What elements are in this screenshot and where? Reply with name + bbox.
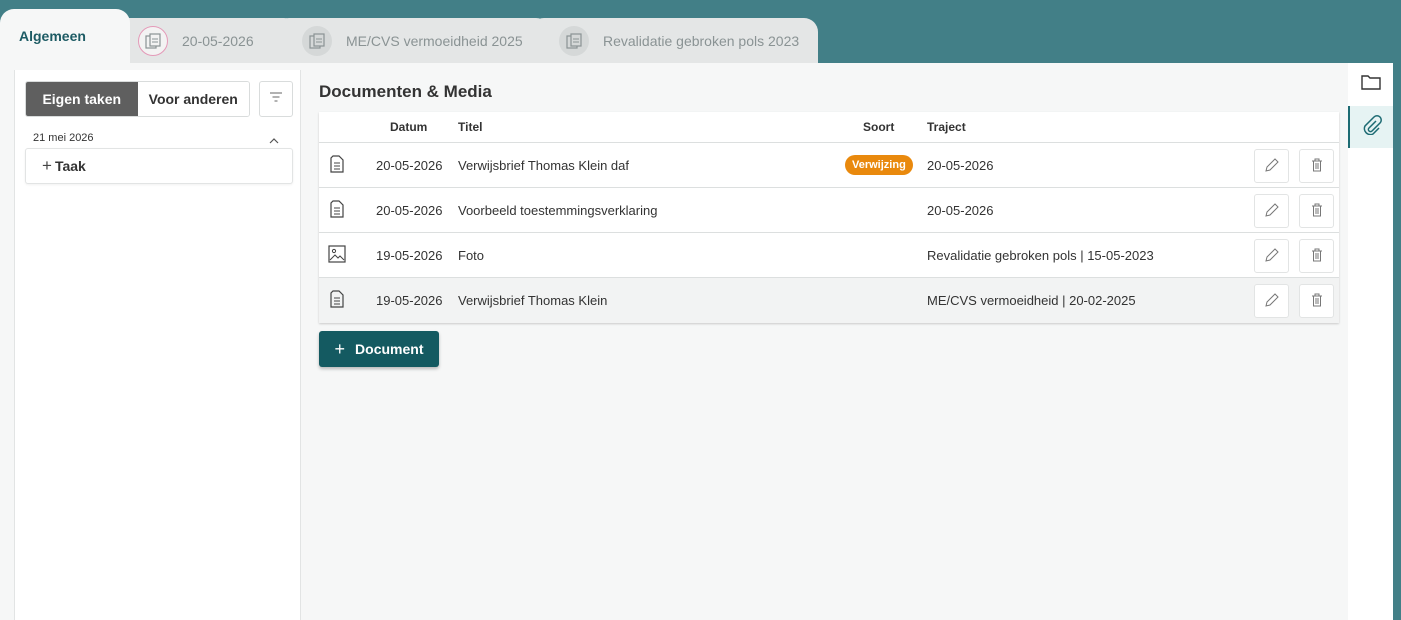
column-header-date[interactable]: Datum	[390, 120, 427, 134]
status-badge: Verwijzing	[845, 155, 913, 175]
row-title: Voorbeeld toestemmingsverklaring	[458, 202, 658, 218]
own-tasks-button[interactable]: Eigen taken	[26, 82, 138, 116]
documents-table: Datum Titel Soort Traject 20-05-2026 Ver…	[319, 112, 1339, 323]
trash-icon	[1311, 203, 1323, 220]
row-title: Foto	[458, 247, 485, 263]
row-date: 19-05-2026	[376, 293, 443, 308]
row-traject: 20-05-2026	[927, 157, 994, 173]
edit-button[interactable]	[1254, 149, 1289, 183]
tab-label: 20-05-2026	[182, 33, 254, 49]
row-title: Verwijsbrief Thomas Klein	[458, 293, 608, 308]
tab-revalidatie[interactable]: Revalidatie gebroken pols 2023	[530, 18, 818, 64]
pencil-icon	[1264, 247, 1280, 266]
column-header-sort[interactable]: Soort	[863, 120, 894, 134]
plus-icon: +	[334, 338, 346, 359]
tab-mecvs[interactable]: ME/CVS vermoeidheid 2025	[275, 18, 550, 64]
paperclip-icon	[1362, 114, 1382, 140]
attachments-button[interactable]	[1348, 106, 1393, 148]
table-header: Datum Titel Soort Traject	[319, 112, 1339, 143]
right-rail	[1348, 63, 1393, 620]
task-date-label: 21 mei 2026	[33, 132, 94, 144]
document-stack-icon	[138, 26, 168, 56]
delete-button[interactable]	[1299, 239, 1334, 273]
row-traject: Revalidatie gebroken pols | 15-05-2023	[927, 247, 1154, 263]
add-document-button[interactable]: + Document	[319, 331, 439, 367]
task-scope-toggle: Eigen taken Voor anderen	[25, 81, 250, 117]
tasks-panel: Eigen taken Voor anderen 21 mei 2026 + T…	[14, 70, 301, 620]
tab-bar: Revalidatie gebroken pols 2023 ME/CVS ve…	[0, 0, 1401, 65]
document-stack-icon	[302, 26, 332, 56]
add-task-label: Taak	[54, 158, 86, 174]
edit-button[interactable]	[1254, 239, 1289, 273]
row-title: Verwijsbrief Thomas Klein daf	[458, 157, 630, 173]
folder-button[interactable]	[1348, 63, 1393, 105]
tab-label: Revalidatie gebroken pols 2023	[603, 33, 800, 49]
pencil-icon	[1264, 292, 1280, 311]
column-header-title[interactable]: Titel	[458, 120, 482, 134]
row-date: 19-05-2026	[376, 247, 443, 263]
row-date: 20-05-2026	[376, 202, 443, 218]
page-title: Documenten & Media	[319, 82, 492, 101]
delete-button[interactable]	[1299, 194, 1334, 228]
tab-20-05-2026[interactable]: 20-05-2026	[108, 18, 298, 64]
document-icon	[330, 199, 344, 221]
pencil-icon	[1264, 157, 1280, 176]
filter-icon	[269, 90, 283, 108]
table-row[interactable]: 20-05-2026 Verwijsbrief Thomas Klein daf…	[319, 143, 1339, 188]
row-traject: ME/CVS vermoeidheid | 20-02-2025	[927, 293, 1136, 308]
row-traject: 20-05-2026	[927, 202, 994, 218]
column-header-traject[interactable]: Traject	[927, 120, 966, 134]
delete-button[interactable]	[1299, 284, 1334, 318]
plus-icon: +	[42, 156, 52, 175]
edit-button[interactable]	[1254, 284, 1289, 318]
tab-algemeen[interactable]: Algemeen	[0, 9, 130, 65]
image-icon	[328, 244, 346, 266]
add-task-button[interactable]: + Taak	[25, 148, 293, 184]
tab-label: ME/CVS vermoeidheid 2025	[346, 33, 523, 49]
filter-button[interactable]	[259, 81, 293, 117]
tab-label: Algemeen	[19, 28, 86, 44]
table-row[interactable]: 20-05-2026 Voorbeeld toestemmingsverklar…	[319, 188, 1339, 233]
delete-button[interactable]	[1299, 149, 1334, 183]
pencil-icon	[1264, 202, 1280, 221]
trash-icon	[1311, 248, 1323, 265]
document-stack-icon	[559, 26, 589, 56]
edit-button[interactable]	[1254, 194, 1289, 228]
folder-icon	[1360, 74, 1381, 95]
trash-icon	[1311, 158, 1323, 175]
row-date: 20-05-2026	[376, 157, 443, 173]
trash-icon	[1311, 293, 1323, 310]
document-icon	[330, 154, 344, 176]
window-edge	[1393, 63, 1401, 620]
documents-panel: Documenten & Media Datum Titel Soort Tra…	[302, 63, 1348, 620]
table-row[interactable]: 19-05-2026 Foto Revalidatie gebroken pol…	[319, 233, 1339, 278]
document-icon	[330, 290, 344, 311]
others-tasks-button[interactable]: Voor anderen	[137, 82, 249, 116]
add-document-label: Document	[355, 341, 424, 357]
table-row[interactable]: 19-05-2026 Verwijsbrief Thomas Klein ME/…	[319, 278, 1339, 323]
